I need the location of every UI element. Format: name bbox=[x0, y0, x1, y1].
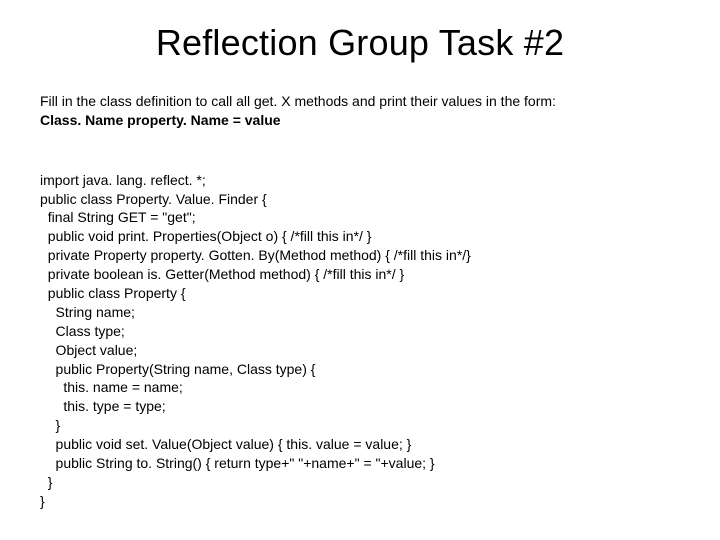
code-line: String name; bbox=[40, 304, 135, 320]
code-line: Object value; bbox=[40, 342, 137, 358]
prompt-line-2: Class. Name property. Name = value bbox=[40, 111, 680, 130]
code-line: public void print. Properties(Object o) … bbox=[40, 228, 371, 244]
code-block: import java. lang. reflect. *; public cl… bbox=[40, 152, 680, 530]
page-title: Reflection Group Task #2 bbox=[40, 22, 680, 64]
code-line: private Property property. Gotten. By(Me… bbox=[40, 247, 471, 263]
code-line: public Property(String name, Class type)… bbox=[40, 361, 315, 377]
slide: Reflection Group Task #2 Fill in the cla… bbox=[0, 0, 720, 540]
code-line: private boolean is. Getter(Method method… bbox=[40, 266, 404, 282]
task-prompt: Fill in the class definition to call all… bbox=[40, 92, 680, 130]
code-line: public String to. String() { return type… bbox=[40, 455, 435, 471]
code-line: public class Property. Value. Finder { bbox=[40, 191, 267, 207]
code-line: final String GET = "get"; bbox=[40, 209, 196, 225]
code-line: this. type = type; bbox=[40, 398, 166, 414]
code-line: } bbox=[40, 417, 60, 433]
prompt-line-1: Fill in the class definition to call all… bbox=[40, 92, 680, 111]
code-line: Class type; bbox=[40, 323, 125, 339]
code-line: import java. lang. reflect. *; bbox=[40, 172, 206, 188]
code-line: } bbox=[40, 493, 45, 509]
code-line: this. name = name; bbox=[40, 379, 183, 395]
code-line: } bbox=[40, 474, 52, 490]
code-line: public class Property { bbox=[40, 285, 186, 301]
code-line: public void set. Value(Object value) { t… bbox=[40, 436, 411, 452]
